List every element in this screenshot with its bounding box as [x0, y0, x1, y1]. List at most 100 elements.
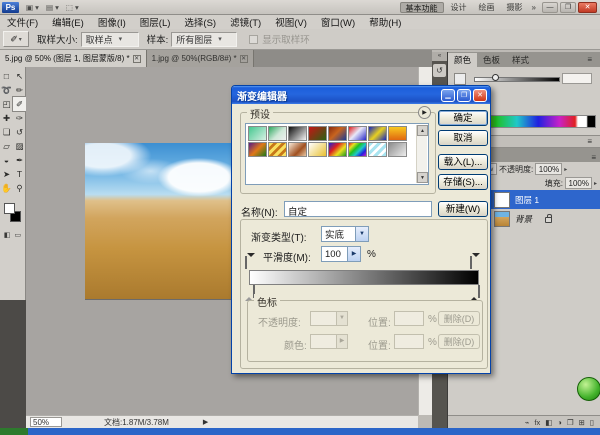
gradient-preset[interactable] [308, 126, 327, 141]
restore-button[interactable]: ❐ [560, 2, 576, 13]
preset-picker-menu-icon[interactable]: ▶ [418, 106, 431, 119]
history-panel-icon[interactable]: ↺ [433, 64, 446, 77]
gradient-preset[interactable] [348, 126, 367, 141]
panel-menu-icon[interactable]: ≡ [587, 55, 592, 64]
gradient-preset[interactable] [268, 126, 287, 141]
screen-mode-icon[interactable]: ▭ [15, 231, 22, 239]
preset-scrollbar[interactable]: ▲ ▼ [416, 125, 427, 183]
scroll-up-icon[interactable]: ▲ [417, 125, 428, 136]
panel-menu-icon[interactable]: ≡ [587, 137, 592, 146]
menu-item[interactable]: 文件(F) [0, 15, 45, 29]
menu-item[interactable]: 帮助(H) [362, 15, 408, 29]
quick-mask-icon[interactable]: ◧ [4, 231, 11, 239]
tool-button[interactable]: ➤ [0, 167, 13, 181]
close-tab-icon[interactable]: ✕ [133, 55, 141, 63]
panel-tab[interactable]: 色板 [477, 53, 506, 67]
menu-item[interactable]: 窗口(W) [314, 15, 362, 29]
workspace-button[interactable]: 设计 [446, 2, 472, 13]
zoom-level-field[interactable]: 50% [30, 417, 62, 427]
layer-thumbnail[interactable] [494, 192, 510, 208]
color-panel-swatch[interactable] [454, 73, 466, 85]
workspace-button[interactable]: 摄影 [502, 2, 528, 13]
menu-item[interactable]: 图层(L) [133, 15, 178, 29]
workspace-overflow-icon[interactable]: » [532, 3, 536, 12]
tool-button[interactable]: ▨ [13, 139, 26, 153]
view-extras-icon[interactable]: ▣ ▾ [26, 3, 39, 12]
layer-thumbnail[interactable] [494, 211, 510, 227]
layer-action-icon[interactable]: ▯ [590, 418, 594, 427]
tool-button[interactable]: ✚ [0, 111, 13, 125]
ok-button[interactable]: 确定 [438, 110, 488, 126]
color-stop-left[interactable] [245, 286, 254, 297]
tool-button[interactable]: ↖ [13, 69, 26, 83]
color-value-field[interactable] [562, 73, 592, 84]
menu-item[interactable]: 滤镜(T) [223, 15, 268, 29]
opacity-stop-left[interactable] [245, 257, 254, 268]
workspace-button[interactable]: 绘画 [474, 2, 500, 13]
panel-menu-icon[interactable]: ≡ [591, 153, 596, 162]
gradient-preset[interactable] [328, 126, 347, 141]
gradient-preset[interactable] [248, 142, 267, 157]
close-tab-icon[interactable]: ✕ [240, 55, 248, 63]
document-tab[interactable]: 1.jpg @ 50%(RGB/8#) * ✕ [147, 50, 254, 67]
gradient-preview-bar[interactable] [249, 270, 479, 285]
color-stop-right[interactable] [470, 286, 479, 297]
menu-item[interactable]: 选择(S) [177, 15, 223, 29]
show-sampling-ring-checkbox[interactable] [249, 35, 258, 44]
tool-button[interactable]: ↺ [13, 125, 26, 139]
gradient-preset[interactable] [268, 142, 287, 157]
layer-action-icon[interactable]: ◑ [557, 418, 562, 427]
layer-action-icon[interactable]: ❐ [567, 418, 574, 427]
collapse-panels-icon[interactable]: « [432, 52, 447, 61]
new-button[interactable]: 新建(W) [438, 201, 488, 217]
tool-button[interactable]: ▱ [0, 139, 13, 153]
tool-button[interactable]: ✏ [13, 83, 26, 97]
dialog-minimize-icon[interactable]: ▁ [441, 89, 455, 102]
current-tool-button[interactable]: ✐ ▾ [3, 31, 29, 47]
grayscale-slider[interactable] [474, 77, 560, 82]
overlay-app-badge[interactable] [577, 377, 600, 401]
gradient-preset[interactable] [388, 126, 407, 141]
dialog-close-icon[interactable]: ✕ [473, 89, 487, 102]
menu-item[interactable]: 视图(V) [268, 15, 314, 29]
menu-item[interactable]: 编辑(E) [45, 15, 91, 29]
tool-button[interactable]: ❏ [0, 125, 13, 139]
gradient-preset[interactable] [368, 142, 387, 157]
tool-button[interactable]: ⚲ [13, 181, 26, 195]
close-button[interactable]: ✕ [578, 2, 597, 13]
dialog-restore-icon[interactable]: ❐ [457, 89, 471, 102]
save-button[interactable]: 存储(S)... [438, 174, 488, 190]
sample-size-dropdown[interactable]: 取样点 ▾ [81, 32, 139, 47]
gradient-preset[interactable] [288, 126, 307, 141]
foreground-color-swatch[interactable] [4, 203, 15, 214]
screen-mode-icon[interactable]: ⬚ ▾ [66, 3, 79, 12]
opacity-field[interactable]: 100% [535, 163, 562, 175]
sample-dropdown[interactable]: 所有图层 ▾ [171, 32, 237, 47]
document-tab[interactable]: 5.jpg @ 50% (图层 1, 图层蒙版/8) * ✕ [0, 50, 147, 67]
layer-action-icon[interactable]: ⌁ [525, 418, 530, 427]
gradient-preset[interactable] [388, 142, 407, 157]
tool-button[interactable]: ➰ [0, 83, 13, 97]
gradient-preset[interactable] [368, 126, 387, 141]
gradient-preset[interactable] [328, 142, 347, 157]
tool-button[interactable]: □ [0, 69, 13, 83]
workspace-button[interactable]: 基本功能 [400, 2, 444, 13]
tool-button[interactable]: ✑ [13, 111, 26, 125]
menu-item[interactable]: 图像(I) [91, 15, 133, 29]
canvas-image[interactable] [85, 143, 232, 300]
gradient-type-select[interactable]: 实底 ▼ [321, 226, 369, 242]
tool-button[interactable]: ✋ [0, 181, 13, 195]
tool-button[interactable]: ✒ [13, 153, 26, 167]
arrange-documents-icon[interactable]: ▤ ▾ [46, 3, 59, 12]
start-button-sliver[interactable] [0, 428, 28, 435]
slider-thumb[interactable] [492, 74, 499, 81]
panel-tab[interactable]: 样式 [506, 53, 535, 67]
tool-button[interactable]: ✐ [13, 97, 26, 111]
cancel-button[interactable]: 取消 [438, 130, 488, 146]
tool-button[interactable]: T [13, 167, 26, 181]
gradient-preset[interactable] [348, 142, 367, 157]
opacity-stop-right[interactable] [470, 257, 479, 268]
dialog-title-bar[interactable]: 渐变编辑器 ▁ ❐ ✕ [232, 86, 490, 104]
minimize-button[interactable]: — [542, 2, 558, 13]
opacity-slider-arrow-icon[interactable]: ▸ [564, 166, 567, 173]
